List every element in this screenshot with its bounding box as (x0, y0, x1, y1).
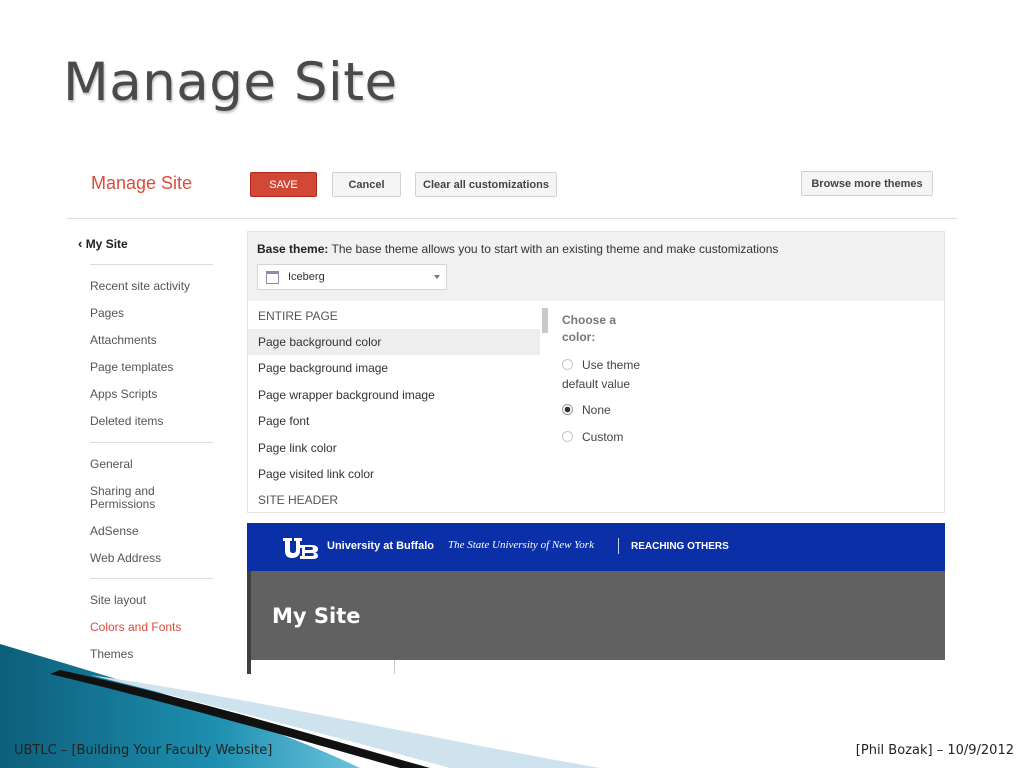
radio-use-theme-label-line2: default value (562, 377, 631, 391)
sidebar-item-general[interactable]: General (90, 458, 133, 471)
base-theme-header: Base theme: The base theme allows you to… (248, 232, 944, 301)
sidebar-divider (90, 264, 213, 265)
ub-tagline: REACHING OTHERS (631, 541, 729, 552)
ub-logo-icon (283, 538, 318, 559)
customization-list: ENTIRE PAGE Page background color Page b… (248, 301, 540, 513)
option-page-bg-color[interactable]: Page background color (248, 329, 540, 355)
option-page-link-color[interactable]: Page link color (248, 435, 540, 461)
radio-button-icon (562, 431, 573, 442)
dropdown-arrow-icon (434, 275, 440, 279)
radio-selected-icon (562, 404, 573, 415)
sidebar-back-link[interactable]: ‹ My Site (78, 236, 128, 251)
base-theme-label: Base theme: (257, 242, 329, 256)
header-separator (618, 538, 619, 554)
sidebar-item-recent-activity[interactable]: Recent site activity (90, 280, 190, 293)
option-page-font[interactable]: Page font (248, 408, 540, 434)
base-theme-description: The base theme allows you to start with … (331, 242, 779, 256)
sidebar-item-deleted-items[interactable]: Deleted items (90, 415, 163, 428)
option-wrapper-bg-image[interactable]: Page wrapper background image (248, 382, 540, 408)
sidebar-item-pages[interactable]: Pages (90, 307, 124, 320)
sidebar-item-sharing[interactable]: Sharing and Permissions (90, 485, 180, 511)
section-entire-page: ENTIRE PAGE (258, 309, 338, 323)
ub-name: University at Buffalo (327, 540, 434, 552)
sidebar-divider (90, 442, 213, 443)
base-theme-text: Base theme: The base theme allows you to… (257, 242, 778, 256)
ub-subtitle: The State University of New York (448, 539, 594, 551)
sidebar-item-attachments[interactable]: Attachments (90, 334, 157, 347)
sidebar-divider (90, 578, 213, 579)
theme-icon (266, 270, 279, 284)
radio-button-icon (562, 359, 573, 370)
cancel-button[interactable]: Cancel (332, 172, 401, 197)
footer-left: UBTLC – [Building Your Faculty Website] (14, 743, 273, 758)
sidebar-item-page-templates[interactable]: Page templates (90, 361, 173, 374)
footer-right: [Phil Bozak] – 10/9/2012 (855, 743, 1014, 758)
option-visited-link-color[interactable]: Page visited link color (248, 461, 540, 487)
sidebar-item-apps-scripts[interactable]: Apps Scripts (90, 388, 157, 401)
slide-title: Manage Site (63, 52, 398, 113)
sidebar-item-web-address[interactable]: Web Address (90, 552, 161, 565)
chevron-left-icon: ‹ (78, 236, 83, 251)
manage-site-screenshot: Manage Site SAVE Cancel Clear all custom… (67, 160, 957, 674)
base-theme-select[interactable]: Iceberg (257, 264, 447, 290)
save-button[interactable]: SAVE (250, 172, 317, 197)
manage-site-heading: Manage Site (91, 173, 193, 193)
radio-custom-label: Custom (582, 430, 624, 444)
toolbar: Manage Site SAVE Cancel Clear all custom… (67, 160, 957, 219)
radio-custom[interactable]: Custom (562, 430, 623, 444)
radio-none[interactable]: None (562, 403, 611, 417)
radio-use-theme-default[interactable]: Use theme (562, 358, 640, 372)
ub-header-bar: University at Buffalo The State Universi… (247, 523, 945, 571)
section-site-header: SITE HEADER (258, 493, 339, 507)
sidebar-item-adsense[interactable]: AdSense (90, 525, 139, 538)
radio-none-label: None (582, 403, 611, 417)
browse-themes-button[interactable]: Browse more themes (801, 171, 933, 196)
list-scrollbar[interactable] (542, 308, 548, 333)
colors-fonts-panel: Base theme: The base theme allows you to… (247, 231, 945, 513)
option-page-bg-image[interactable]: Page background image (248, 355, 540, 381)
radio-use-theme-label: Use theme (582, 358, 641, 372)
sidebar-back-label: My Site (85, 237, 128, 251)
clear-customizations-button[interactable]: Clear all customizations (415, 172, 557, 197)
base-theme-value: Iceberg (288, 271, 325, 283)
choose-color-title: Choose a color: (562, 313, 617, 344)
